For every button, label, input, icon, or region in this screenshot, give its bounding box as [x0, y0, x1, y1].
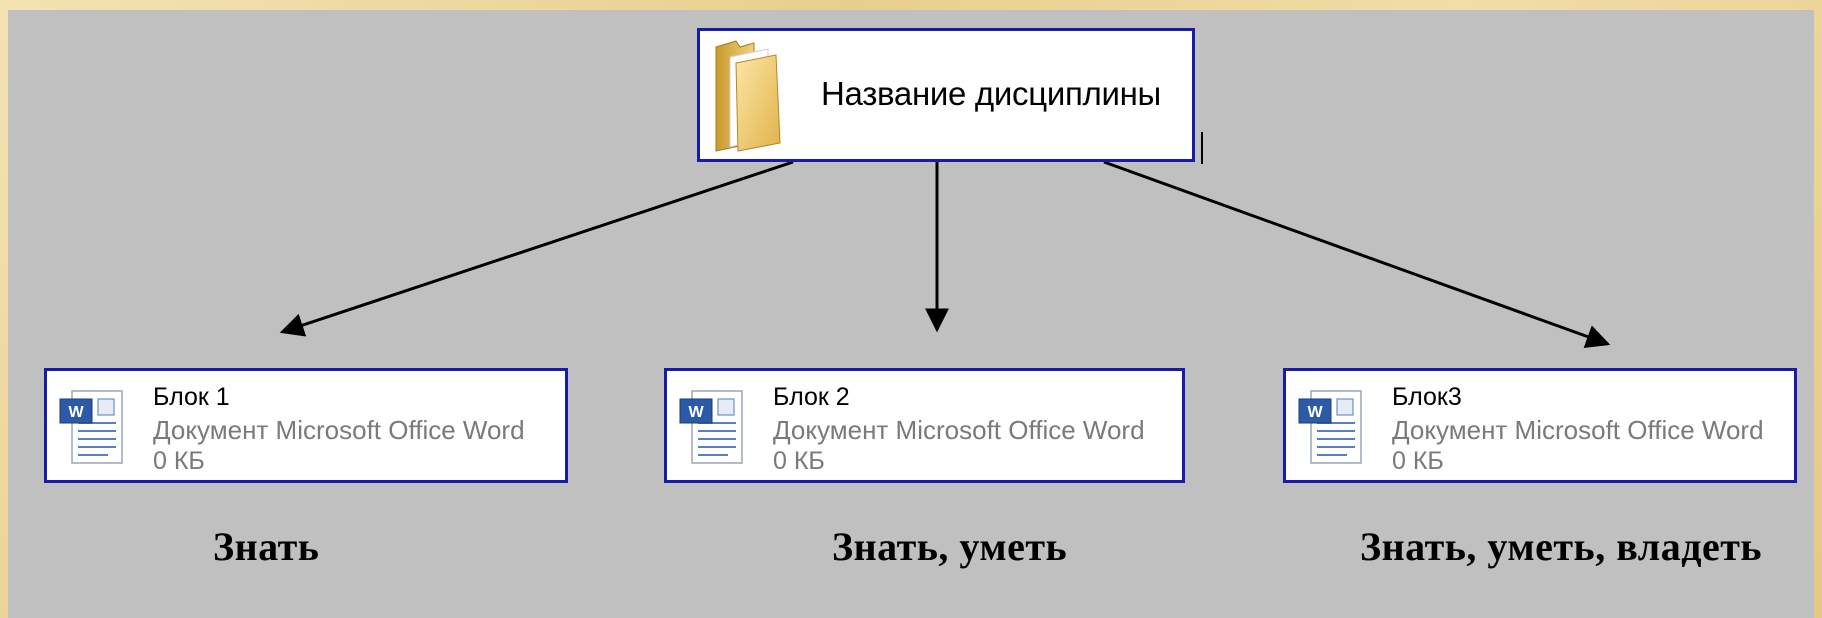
arrow-to-block-1	[279, 160, 794, 337]
word-document-icon: W	[59, 390, 123, 464]
svg-text:W: W	[1307, 404, 1323, 421]
block-3-caption: Знать, уметь, владеть	[1360, 524, 1763, 569]
block-3-node[interactable]: W Блок3 Документ Microsoft Office Word 0…	[1283, 368, 1797, 483]
block-2-node[interactable]: W Блок 2 Документ Microsoft Office Word …	[664, 368, 1185, 483]
block-3-size: 0 КБ	[1392, 447, 1444, 475]
block-3-name: Блок3	[1392, 383, 1462, 411]
folder-icon	[715, 40, 781, 152]
block-2-caption: Знать, уметь	[832, 524, 1068, 569]
block-1-type: Документ Microsoft Office Word	[153, 415, 525, 445]
word-document-icon: W	[679, 390, 743, 464]
block-2-type: Документ Microsoft Office Word	[773, 415, 1145, 445]
word-document-icon: W	[1298, 390, 1362, 464]
block-2-size: 0 КБ	[773, 447, 825, 475]
svg-text:W: W	[688, 404, 704, 421]
block-1-size: 0 КБ	[153, 447, 205, 475]
block-1-node[interactable]: W Блок 1 Документ Microsoft Office Word …	[44, 368, 568, 483]
root-folder-label: Название дисциплины	[821, 75, 1161, 112]
svg-text:W: W	[68, 404, 84, 421]
root-folder-node[interactable]: Название дисциплины	[697, 28, 1195, 162]
block-1-caption: Знать	[213, 524, 320, 569]
arrow-to-block-3	[1103, 160, 1611, 348]
block-1-name: Блок 1	[153, 383, 230, 411]
block-3-type: Документ Microsoft Office Word	[1392, 415, 1764, 445]
block-2-name: Блок 2	[773, 383, 850, 411]
